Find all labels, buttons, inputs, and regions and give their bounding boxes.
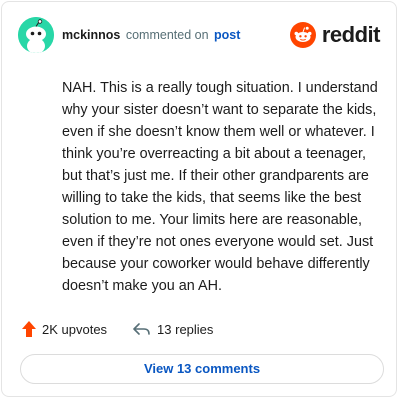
- reddit-snoo-icon: [289, 22, 316, 48]
- user-avatar[interactable]: [18, 17, 54, 53]
- byline-action-text: commented on: [125, 28, 209, 42]
- comment-footer: 2K upvotes 13 replies: [22, 320, 239, 338]
- upvote-count: 2K upvotes: [42, 321, 108, 337]
- comment-header: mckinnos commented on post reddit: [18, 16, 381, 56]
- comment-card: mckinnos commented on post reddit NAH. T…: [1, 1, 397, 397]
- comment-byline: mckinnos commented on post: [62, 27, 240, 43]
- reddit-wordmark: reddit: [321, 22, 381, 47]
- username[interactable]: mckinnos: [62, 28, 120, 42]
- view-comments-button[interactable]: View 13 comments: [20, 354, 384, 384]
- upvote-arrow-icon: [22, 321, 36, 337]
- post-link[interactable]: post: [214, 28, 240, 42]
- comment-body: NAH. This is a really tough situation. I…: [62, 80, 378, 294]
- upvote-button[interactable]: 2K upvotes: [22, 321, 107, 337]
- snoo-avatar-icon: [18, 17, 54, 53]
- reply-arrow-icon: [133, 323, 150, 335]
- replies-button[interactable]: 13 replies: [133, 322, 213, 337]
- reply-count: 13 replies: [157, 321, 214, 337]
- reddit-logo[interactable]: reddit: [289, 22, 381, 48]
